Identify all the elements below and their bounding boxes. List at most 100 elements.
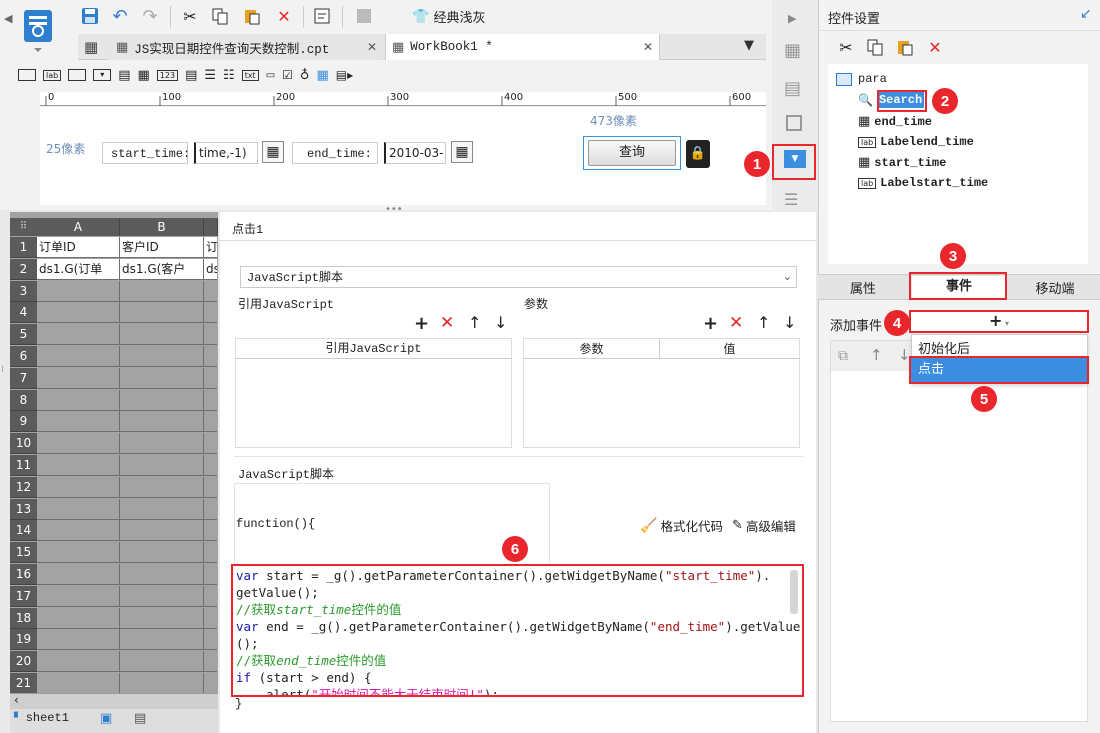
move-up-icon[interactable]: ↑	[870, 346, 883, 364]
tab-close-icon[interactable]: ✕	[367, 40, 377, 54]
table-cell[interactable]	[120, 302, 204, 324]
table-cell[interactable]	[204, 302, 217, 323]
grid-view-icon[interactable]: ▦	[84, 38, 98, 56]
scroll-left-icon[interactable]: ‹	[14, 693, 19, 707]
table-cell[interactable]	[204, 433, 217, 454]
column-header-b[interactable]: B	[120, 218, 204, 236]
row-number[interactable]: 12	[10, 476, 37, 498]
copy-event-icon[interactable]: ⧉	[838, 348, 848, 364]
lab-widget-icon[interactable]: lab	[43, 69, 62, 81]
stack-icon[interactable]: ☰	[784, 190, 798, 209]
table-cell[interactable]: 订单ID	[37, 237, 120, 258]
add-param-icon[interactable]: +	[703, 313, 718, 334]
table-cell[interactable]	[120, 455, 204, 476]
expand-right-icon[interactable]: ▶	[788, 12, 796, 25]
dropdown-item-after-init[interactable]: 初始化后	[918, 338, 970, 357]
table-cell[interactable]: 订	[204, 237, 217, 258]
table-cell[interactable]	[37, 455, 120, 476]
row-number[interactable]: 20	[10, 651, 37, 673]
table-cell[interactable]	[37, 520, 120, 542]
table-cell[interactable]	[204, 455, 217, 476]
sheet-corner[interactable]: ⠿	[10, 218, 37, 236]
table-cell[interactable]: ds1.G(订单	[37, 258, 120, 280]
template-icon[interactable]	[312, 6, 332, 26]
row-number[interactable]: 13	[10, 498, 37, 520]
table-cell[interactable]	[37, 651, 120, 673]
start-time-label[interactable]: start_time:	[102, 142, 190, 164]
left-collapse-arrow-icon[interactable]: ◀	[4, 12, 12, 25]
row-number[interactable]: 8	[10, 389, 37, 411]
table-cell[interactable]	[204, 586, 217, 607]
row-number[interactable]: 14	[10, 520, 37, 542]
tab-properties[interactable]: 属性	[818, 278, 908, 297]
table-cell[interactable]	[37, 433, 120, 455]
add-sheet-icon[interactable]: ▣	[100, 711, 112, 726]
cut-icon[interactable]: ✂	[836, 37, 856, 57]
tab-list-icon[interactable]: ▼	[744, 38, 754, 53]
advanced-edit-button[interactable]: ✎ 高级编辑	[732, 516, 796, 535]
table-cell[interactable]	[204, 542, 217, 563]
table-cell[interactable]	[37, 389, 120, 411]
tree-item-labelstart-time[interactable]: lab Labelstart_time	[858, 176, 988, 190]
widget-list-icon[interactable]: ▦	[784, 40, 801, 61]
table-cell[interactable]	[120, 564, 204, 585]
radio-group-widget-icon[interactable]: ☰	[204, 68, 216, 83]
table-cell[interactable]	[120, 673, 204, 694]
table-cell[interactable]	[204, 673, 217, 694]
table-cell[interactable]	[37, 629, 120, 651]
table-cell[interactable]	[120, 411, 204, 433]
table-cell[interactable]	[120, 476, 204, 498]
textbox-widget-icon[interactable]	[68, 69, 87, 81]
tab-workbook[interactable]: ▦ WorkBook1 * ✕	[385, 34, 660, 60]
table-cell[interactable]	[204, 324, 217, 345]
table-cell[interactable]	[204, 520, 217, 541]
calendar-icon[interactable]: ▦	[451, 141, 473, 163]
table-cell[interactable]	[204, 608, 217, 629]
text-area-widget-icon[interactable]: txt	[241, 69, 259, 81]
password-widget-icon[interactable]: ▭	[266, 70, 275, 81]
query-button[interactable]: 查询	[588, 140, 676, 166]
table-cell[interactable]	[204, 564, 217, 585]
delete-icon[interactable]: ✕	[925, 37, 945, 57]
row-number[interactable]: 17	[10, 585, 37, 607]
classic-theme-button[interactable]: 👕 经典浅灰	[412, 7, 485, 27]
copy-icon[interactable]	[210, 6, 230, 26]
table-cell[interactable]	[120, 367, 204, 389]
form-widget-icon[interactable]: ▤	[118, 68, 130, 83]
table-cell[interactable]	[37, 673, 120, 694]
tab-close-icon[interactable]: ✕	[643, 40, 653, 54]
table-cell[interactable]	[120, 607, 204, 629]
row-number[interactable]: 16	[10, 564, 37, 585]
table-cell[interactable]	[204, 499, 217, 520]
table-cell[interactable]	[120, 542, 204, 564]
table-cell[interactable]: ds1.G(客户	[120, 258, 204, 280]
copy-icon[interactable]	[865, 37, 885, 57]
row-number[interactable]: 2	[10, 258, 37, 280]
table-cell[interactable]	[204, 477, 217, 498]
column-header-c[interactable]	[204, 218, 218, 236]
table-cell[interactable]	[120, 324, 204, 346]
preview-icon[interactable]	[354, 6, 374, 26]
row-number[interactable]: 9	[10, 411, 37, 433]
table-cell[interactable]	[204, 281, 217, 302]
format-code-button[interactable]: 🧹 格式化代码	[640, 516, 723, 535]
table-cell[interactable]	[37, 498, 120, 520]
tree-widget-icon[interactable]: ♁	[300, 68, 310, 83]
left-edge-handle[interactable]: ⁞	[1, 365, 4, 375]
label-widget-icon[interactable]	[18, 69, 36, 81]
move-up-icon[interactable]: ↑	[468, 313, 481, 332]
cut-icon[interactable]: ✂	[180, 6, 200, 26]
add-ref-js-icon[interactable]: +	[414, 313, 429, 334]
tree-item-labelend-time[interactable]: lab Labelend_time	[858, 135, 974, 149]
table-cell[interactable]	[120, 585, 204, 607]
remove-ref-js-icon[interactable]: ✕	[440, 313, 454, 333]
table-cell[interactable]	[120, 280, 204, 302]
widget-info-icon[interactable]: ▤	[784, 78, 801, 99]
tree-item-end-time[interactable]: ▦ end_time	[858, 114, 932, 129]
table-cell[interactable]	[37, 302, 120, 324]
table-cell[interactable]	[37, 346, 120, 367]
move-down-icon[interactable]: ↓	[494, 313, 507, 332]
table-cell[interactable]	[37, 585, 120, 607]
start-time-field[interactable]: time,-1)	[194, 142, 258, 164]
table-cell[interactable]	[204, 651, 217, 672]
